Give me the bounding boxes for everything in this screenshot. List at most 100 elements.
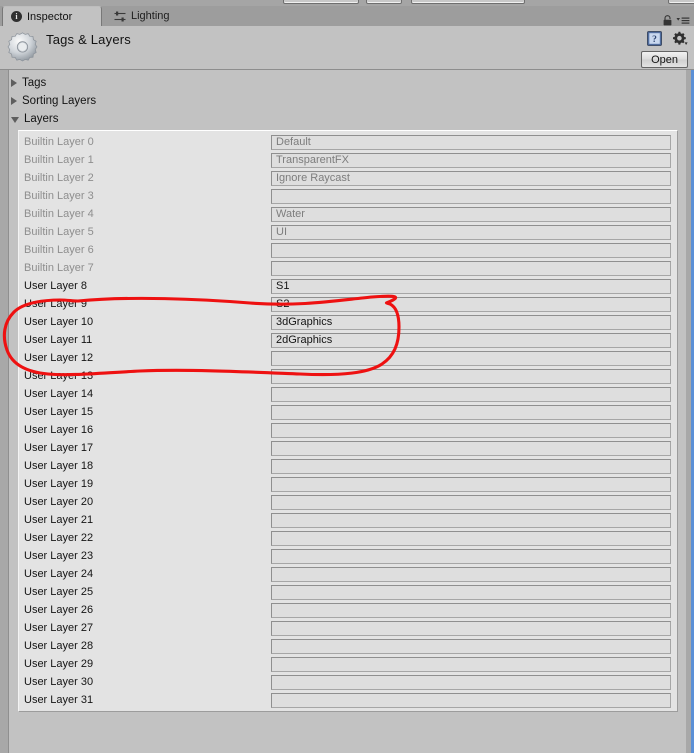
foldout-sorting-layers-label: Sorting Layers: [22, 95, 97, 107]
open-button[interactable]: Open: [641, 51, 688, 68]
layer-name-input[interactable]: [271, 584, 671, 600]
layer-label: Builtin Layer 6: [24, 244, 94, 256]
layer-name-input[interactable]: [271, 476, 671, 492]
lock-icon[interactable]: [663, 15, 672, 26]
chevron-down-icon: [11, 117, 19, 123]
layer-row: User Layer 8 S1: [19, 277, 677, 295]
toolbar-ghost-button-4: [668, 0, 694, 4]
layer-row: User Layer 31: [19, 691, 677, 709]
layer-label: User Layer 16: [24, 424, 94, 436]
foldout-layers[interactable]: Layers: [10, 110, 59, 128]
layer-row: User Layer 9 S2: [19, 295, 677, 313]
info-circle-icon: i: [11, 11, 22, 22]
layer-name-input[interactable]: [271, 404, 671, 420]
layer-row: User Layer 26: [19, 601, 677, 619]
foldout-sorting-layers[interactable]: Sorting Layers: [10, 92, 96, 110]
tab-lighting-label: Lighting: [131, 10, 170, 22]
layer-row: User Layer 15: [19, 403, 677, 421]
layer-label: User Layer 13: [24, 370, 94, 382]
gear-dropdown-icon[interactable]: [672, 31, 688, 46]
tab-bar: i Inspector Lighting: [0, 6, 694, 27]
layer-name-input[interactable]: [271, 548, 671, 564]
layer-row: User Layer 27: [19, 619, 677, 637]
layer-row: User Layer 12: [19, 349, 677, 367]
hamburger-menu-icon[interactable]: [676, 16, 690, 26]
left-gutter: [0, 70, 9, 753]
layer-row: User Layer 18: [19, 457, 677, 475]
layer-name-input[interactable]: 3dGraphics: [271, 314, 671, 330]
inspector-header-controls: [663, 15, 690, 26]
layer-row: User Layer 24: [19, 565, 677, 583]
layer-row: User Layer 21: [19, 511, 677, 529]
layer-name-readonly: UI: [271, 224, 671, 240]
layer-name-input[interactable]: [271, 440, 671, 456]
layer-name-readonly: [271, 260, 671, 276]
foldout-tags[interactable]: Tags: [10, 74, 46, 92]
layer-name-input[interactable]: [271, 692, 671, 708]
layer-label: User Layer 28: [24, 640, 94, 652]
layer-label: User Layer 18: [24, 460, 94, 472]
layer-label: User Layer 29: [24, 658, 94, 670]
layer-label: Builtin Layer 1: [24, 154, 94, 166]
layer-name-input[interactable]: 2dGraphics: [271, 332, 671, 348]
layer-label: User Layer 8: [24, 280, 87, 292]
layer-name-input[interactable]: [271, 620, 671, 636]
layer-label: User Layer 15: [24, 406, 94, 418]
inspector-body: Tags Sorting Layers Layers Builtin Layer…: [0, 70, 694, 753]
layer-name-input[interactable]: [271, 638, 671, 654]
foldout-tags-label: Tags: [22, 77, 47, 89]
layer-name-input[interactable]: [271, 458, 671, 474]
layer-row: User Layer 20: [19, 493, 677, 511]
layer-name-input[interactable]: [271, 368, 671, 384]
layer-name-input[interactable]: S1: [271, 278, 671, 294]
layer-label: User Layer 17: [24, 442, 94, 454]
layer-name-readonly: Ignore Raycast: [271, 170, 671, 186]
layer-label: User Layer 25: [24, 586, 94, 598]
layer-name-input[interactable]: [271, 530, 671, 546]
toolbar-ghost-button-3: [411, 0, 525, 4]
toolbar-ghost-button-2: [366, 0, 402, 4]
layer-label: Builtin Layer 0: [24, 136, 94, 148]
layer-name-readonly: Default: [271, 134, 671, 150]
layer-row: User Layer 29: [19, 655, 677, 673]
tab-inspector[interactable]: i Inspector: [2, 6, 102, 26]
layer-row: User Layer 19: [19, 475, 677, 493]
layer-name-input[interactable]: [271, 422, 671, 438]
layer-name-readonly: TransparentFX: [271, 152, 671, 168]
layer-row: User Layer 11 2dGraphics: [19, 331, 677, 349]
layer-label: Builtin Layer 4: [24, 208, 94, 220]
layer-name-input[interactable]: [271, 566, 671, 582]
tab-inspector-label: Inspector: [27, 10, 73, 23]
layer-name-input[interactable]: [271, 674, 671, 690]
layer-row: Builtin Layer 0 Default: [19, 133, 677, 151]
layer-name-input[interactable]: [271, 494, 671, 510]
layer-label: User Layer 22: [24, 532, 94, 544]
help-book-icon[interactable]: ?: [647, 31, 662, 46]
layer-label: User Layer 9: [24, 298, 87, 310]
layer-label: User Layer 30: [24, 676, 94, 688]
tab-lighting[interactable]: Lighting: [106, 6, 196, 26]
layer-label: User Layer 11: [24, 334, 93, 346]
layer-row: Builtin Layer 2 Ignore Raycast: [19, 169, 677, 187]
layer-name-input[interactable]: [271, 386, 671, 402]
layer-row: User Layer 22: [19, 529, 677, 547]
layer-row: User Layer 13: [19, 367, 677, 385]
layer-name-input[interactable]: [271, 512, 671, 528]
layer-name-input[interactable]: S2: [271, 296, 671, 312]
layer-row: Builtin Layer 5 UI: [19, 223, 677, 241]
layer-row: User Layer 14: [19, 385, 677, 403]
layer-label: User Layer 23: [24, 550, 94, 562]
layers-list: Builtin Layer 0 Default Builtin Layer 1 Tra…: [18, 130, 678, 712]
layer-name-input[interactable]: [271, 350, 671, 366]
layer-row: User Layer 25: [19, 583, 677, 601]
layer-row: Builtin Layer 3: [19, 187, 677, 205]
chevron-right-icon: [11, 79, 17, 87]
layer-label: Builtin Layer 7: [24, 262, 94, 274]
svg-text:?: ?: [652, 35, 657, 45]
layer-name-readonly: Water: [271, 206, 671, 222]
page-title: Tags & Layers: [46, 32, 131, 47]
layer-row: User Layer 28: [19, 637, 677, 655]
layer-name-input[interactable]: [271, 656, 671, 672]
layer-name-input[interactable]: [271, 602, 671, 618]
layer-row: User Layer 16: [19, 421, 677, 439]
